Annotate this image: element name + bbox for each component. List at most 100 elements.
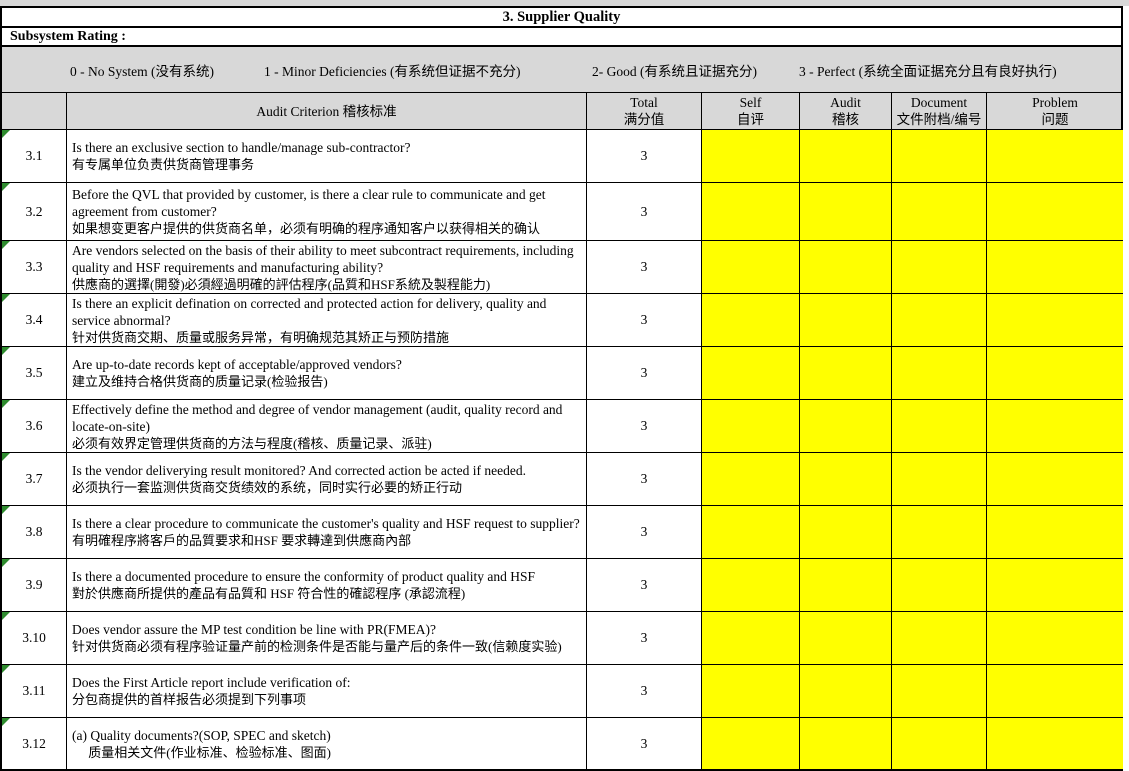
row-number-cell: 3.11 [2, 665, 67, 717]
error-indicator-triangle-icon [2, 506, 10, 514]
document-input-cell[interactable] [892, 453, 987, 505]
problem-input-cell[interactable] [987, 400, 1123, 452]
row-number-cell: 3.5 [2, 347, 67, 399]
self-score-input-cell[interactable] [702, 559, 800, 611]
document-input-cell[interactable] [892, 559, 987, 611]
audit-score-input-cell[interactable] [800, 718, 892, 769]
problem-input-cell[interactable] [987, 718, 1123, 769]
document-input-cell[interactable] [892, 241, 987, 293]
error-indicator-triangle-icon [2, 612, 10, 620]
problem-input-cell[interactable] [987, 241, 1123, 293]
document-input-cell[interactable] [892, 718, 987, 769]
audit-score-input-cell[interactable] [800, 612, 892, 664]
table-body: 3.1 Is there an exclusive section to han… [2, 130, 1121, 771]
table-row: 3.9 Is there a documented procedure to e… [2, 559, 1121, 612]
row-number-cell: 3.2 [2, 183, 67, 240]
row-number-cell: 3.12 [2, 718, 67, 769]
audit-score-input-cell[interactable] [800, 183, 892, 240]
audit-score-input-cell[interactable] [800, 130, 892, 182]
problem-input-cell[interactable] [987, 506, 1123, 558]
self-score-input-cell[interactable] [702, 665, 800, 717]
header-audit-criterion: Audit Criterion 稽核标准 [67, 93, 587, 129]
document-input-cell[interactable] [892, 294, 987, 346]
row-number: 3.11 [22, 683, 45, 699]
problem-input-cell[interactable] [987, 183, 1123, 240]
audit-score-input-cell[interactable] [800, 347, 892, 399]
document-input-cell[interactable] [892, 130, 987, 182]
header-document: Document 文件附档/编号 [892, 93, 987, 129]
problem-input-cell[interactable] [987, 612, 1123, 664]
error-indicator-triangle-icon [2, 130, 10, 138]
right-margin-strip [1123, 0, 1129, 766]
problem-input-cell[interactable] [987, 559, 1123, 611]
criterion-text-english: Does vendor assure the MP test condition… [72, 621, 582, 638]
audit-score-input-cell[interactable] [800, 453, 892, 505]
audit-table: 3. Supplier Quality Subsystem Rating : 0… [0, 6, 1123, 771]
document-input-cell[interactable] [892, 665, 987, 717]
row-number: 3.4 [26, 312, 43, 328]
document-input-cell[interactable] [892, 347, 987, 399]
total-score-cell: 3 [587, 665, 702, 717]
row-number: 3.5 [26, 365, 43, 381]
self-score-input-cell[interactable] [702, 130, 800, 182]
problem-input-cell[interactable] [987, 294, 1123, 346]
document-input-cell[interactable] [892, 400, 987, 452]
row-number: 3.8 [26, 524, 43, 540]
self-score-input-cell[interactable] [702, 612, 800, 664]
criterion-text-english: Does the First Article report include ve… [72, 674, 582, 691]
header-number-column [2, 93, 67, 129]
rating-legend: 0 - No System (没有系统) 1 - Minor Deficienc… [2, 47, 1121, 93]
criterion-text-chinese: 建立及维持合格供货商的质量记录(检验报告) [72, 373, 582, 390]
document-input-cell[interactable] [892, 506, 987, 558]
right-margin-top [1123, 0, 1129, 6]
criterion-cell: Are vendors selected on the basis of the… [67, 241, 587, 293]
document-input-cell[interactable] [892, 612, 987, 664]
audit-score-input-cell[interactable] [800, 559, 892, 611]
audit-score-input-cell[interactable] [800, 665, 892, 717]
problem-input-cell[interactable] [987, 130, 1123, 182]
self-score-input-cell[interactable] [702, 183, 800, 240]
audit-score-input-cell[interactable] [800, 506, 892, 558]
total-score-cell: 3 [587, 294, 702, 346]
total-score-cell: 3 [587, 453, 702, 505]
self-score-input-cell[interactable] [702, 718, 800, 769]
spreadsheet: 3. Supplier Quality Subsystem Rating : 0… [0, 0, 1129, 771]
problem-input-cell[interactable] [987, 347, 1123, 399]
criterion-cell: Are up-to-date records kept of acceptabl… [67, 347, 587, 399]
self-score-input-cell[interactable] [702, 294, 800, 346]
self-score-input-cell[interactable] [702, 400, 800, 452]
audit-score-input-cell[interactable] [800, 294, 892, 346]
criterion-cell: Is the vendor deliverying result monitor… [67, 453, 587, 505]
error-indicator-triangle-icon [2, 241, 10, 249]
criterion-cell: Before the QVL that provided by customer… [67, 183, 587, 240]
criterion-text-english: Before the QVL that provided by customer… [72, 186, 582, 220]
total-score-cell: 3 [587, 347, 702, 399]
problem-input-cell[interactable] [987, 665, 1123, 717]
self-score-input-cell[interactable] [702, 241, 800, 293]
table-row: 3.5 Are up-to-date records kept of accep… [2, 347, 1121, 400]
document-input-cell[interactable] [892, 183, 987, 240]
criterion-text-chinese: 供應商的選擇(開發)必須經過明確的評估程序(品質和HSF系統及製程能力) [72, 276, 582, 293]
sheet-title-row: 3. Supplier Quality [2, 6, 1121, 28]
self-score-input-cell[interactable] [702, 453, 800, 505]
criterion-text-chinese: 有明確程序將客戶的品質要求和HSF 要求轉達到供應商內部 [72, 532, 582, 549]
row-number: 3.7 [26, 471, 43, 487]
self-score-input-cell[interactable] [702, 347, 800, 399]
rating-legend-3: 3 - Perfect (系统全面证据充分且有良好执行) [799, 60, 1057, 80]
criterion-cell: Does the First Article report include ve… [67, 665, 587, 717]
criterion-text-english: Is there a documented procedure to ensur… [72, 568, 582, 585]
self-score-input-cell[interactable] [702, 506, 800, 558]
error-indicator-triangle-icon [2, 559, 10, 567]
row-number: 3.6 [26, 418, 43, 434]
error-indicator-triangle-icon [2, 453, 10, 461]
audit-score-input-cell[interactable] [800, 241, 892, 293]
criterion-text-english: Is there an explicit defination on corre… [72, 295, 582, 329]
criterion-cell: (a) Quality documents?(SOP, SPEC and ske… [67, 718, 587, 769]
problem-input-cell[interactable] [987, 453, 1123, 505]
table-row: 3.12 (a) Quality documents?(SOP, SPEC an… [2, 718, 1121, 771]
audit-score-input-cell[interactable] [800, 400, 892, 452]
table-row: 3.2 Before the QVL that provided by cust… [2, 183, 1121, 241]
header-self: Self 自评 [702, 93, 800, 129]
total-score-cell: 3 [587, 559, 702, 611]
criterion-text-english: Are up-to-date records kept of acceptabl… [72, 356, 582, 373]
